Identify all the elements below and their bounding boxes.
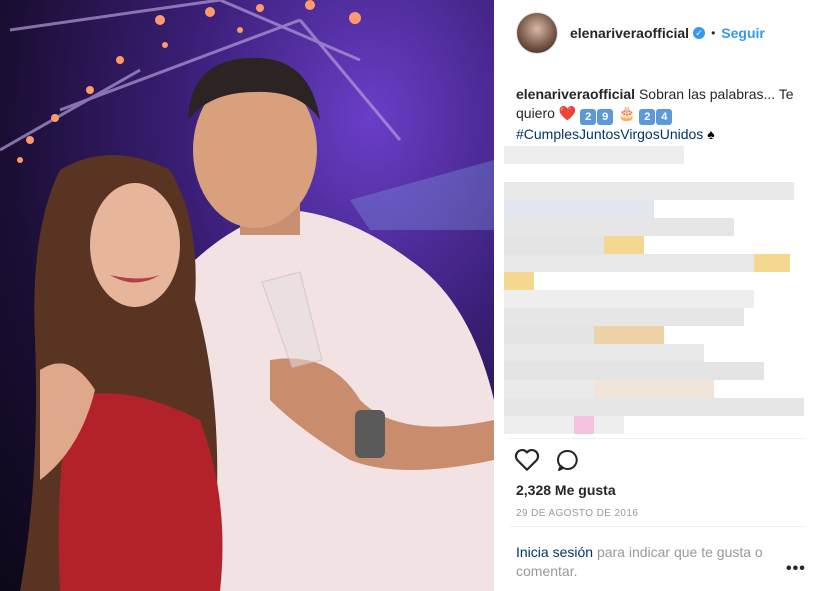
pixel-block xyxy=(504,182,794,200)
keycap-digit: 4 xyxy=(656,109,673,125)
pixel-block xyxy=(754,254,790,272)
woman-face xyxy=(90,183,180,307)
divider-top xyxy=(510,438,805,439)
heart-emoji: ❤️ xyxy=(558,105,577,121)
post-header: elenariveraofficial ✓ • Seguir xyxy=(516,12,765,54)
verified-badge-icon: ✓ xyxy=(693,27,706,39)
post-side-panel: elenariveraofficial ✓ • Seguir elenarive… xyxy=(494,0,819,591)
post-date[interactable]: 29 DE AGOSTO DE 2016 xyxy=(516,508,638,519)
pixel-block xyxy=(594,326,664,344)
login-prompt: Inicia sesión para indicar que te gusta … xyxy=(516,543,786,581)
hashtag-link[interactable]: #CumplesJuntosVirgosUnidos ♠ xyxy=(516,125,806,144)
pixel-block xyxy=(594,380,714,398)
pixel-block xyxy=(504,254,754,272)
pixelated-comments xyxy=(504,146,804,436)
action-bar xyxy=(514,448,580,472)
cake-emoji: 🎂 xyxy=(618,105,636,121)
comment-icon[interactable] xyxy=(556,448,580,472)
pixel-block xyxy=(504,326,594,344)
light-beam xyxy=(350,160,494,230)
hashtag-text[interactable]: #CumplesJuntosVirgosUnidos xyxy=(516,126,703,142)
pixel-block xyxy=(504,218,734,236)
pixel-block xyxy=(504,398,804,416)
more-options-icon[interactable]: ••• xyxy=(786,560,806,578)
pixel-block xyxy=(594,416,624,434)
pixel-block xyxy=(504,236,604,254)
pixel-block xyxy=(504,200,654,218)
pixel-block xyxy=(504,308,744,326)
pixel-block xyxy=(504,362,764,380)
heart-icon[interactable] xyxy=(514,448,540,472)
divider-bottom xyxy=(510,526,805,527)
pixel-block xyxy=(504,146,684,164)
keycap-digit: 2 xyxy=(580,109,597,125)
pixel-block xyxy=(504,416,574,434)
login-link[interactable]: Inicia sesión xyxy=(516,544,593,560)
spade-emoji: ♠ xyxy=(707,126,715,142)
likes-count[interactable]: 2,328 Me gusta xyxy=(516,482,616,498)
keycap-digit: 9 xyxy=(597,109,614,125)
pixel-block xyxy=(574,416,594,434)
avatar[interactable] xyxy=(516,12,558,54)
follow-button[interactable]: Seguir xyxy=(721,25,765,41)
pixel-block xyxy=(504,272,534,290)
watch xyxy=(355,410,385,458)
post-photo xyxy=(0,0,494,591)
pixel-block xyxy=(604,236,644,254)
pixel-block xyxy=(504,344,704,362)
keycap-digit: 2 xyxy=(639,109,656,125)
username-link[interactable]: elenariveraofficial xyxy=(570,25,689,41)
caption-username[interactable]: elenariveraofficial xyxy=(516,86,635,102)
post-photo-illustration xyxy=(0,0,494,591)
pixel-block xyxy=(504,380,594,398)
separator-dot: • xyxy=(711,26,716,40)
post-caption: elenariveraofficial Sobran las palabras.… xyxy=(516,85,806,144)
pixel-block xyxy=(504,290,754,308)
